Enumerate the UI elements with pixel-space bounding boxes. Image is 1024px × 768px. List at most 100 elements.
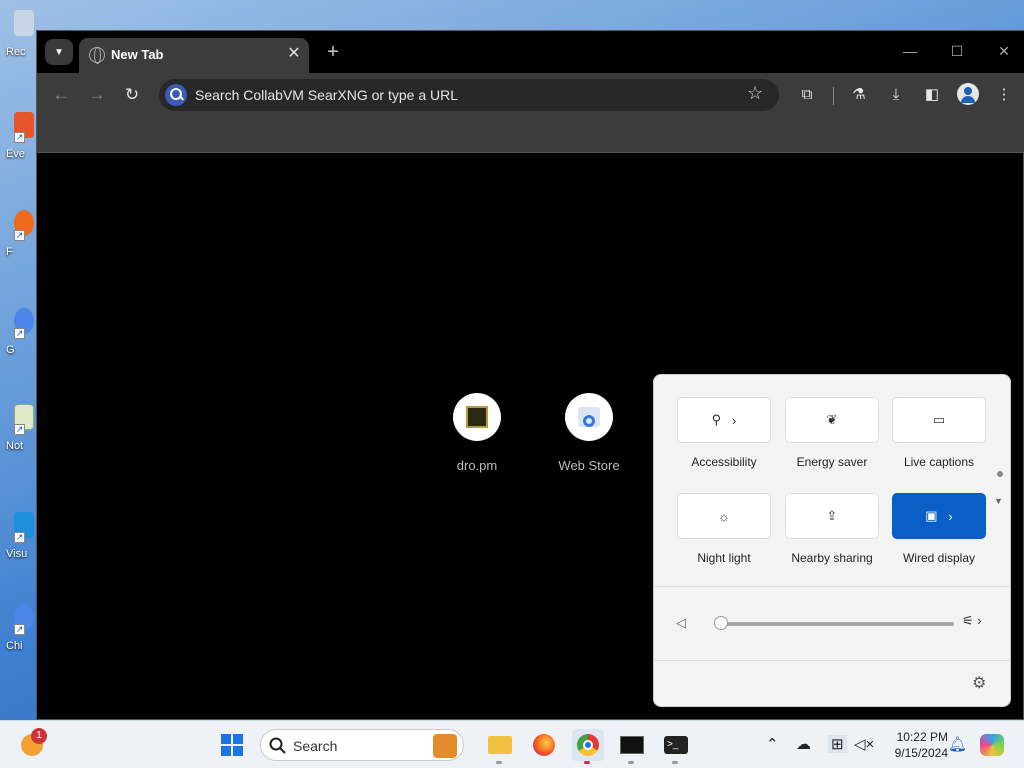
accessibility-toggle[interactable]: ⚲ ›	[677, 397, 771, 443]
reload-button[interactable]: ↻	[118, 83, 146, 107]
side-panel-icon: ◧	[924, 86, 940, 103]
taskbar-chrome[interactable]	[572, 729, 604, 764]
folder-icon	[488, 736, 512, 754]
profile-avatar[interactable]	[957, 83, 979, 105]
next-page-arrow-icon[interactable]: ▼	[994, 496, 1003, 506]
tab-close-button[interactable]: ✕	[284, 44, 304, 64]
night-light-toggle[interactable]: ☼	[677, 493, 771, 539]
shortcut-arrow-icon: ↗	[14, 132, 25, 143]
network-icon[interactable]: ⊞	[828, 735, 847, 753]
browser-toolbar: ← → ↻ ☆ ⧉ ⚗ ⤓ ◧ ⋮	[37, 73, 1024, 153]
settings-gear-icon[interactable]: ⚙	[972, 673, 986, 693]
forward-button[interactable]: →	[83, 83, 111, 107]
tile-label: Wired display	[902, 551, 976, 565]
search-input[interactable]	[293, 737, 413, 755]
chevron-up-icon: ⌃	[766, 736, 779, 753]
energy-saver-toggle[interactable]: ❦	[785, 397, 879, 443]
cast-icon: ▣	[925, 508, 938, 523]
puzzle-icon: ⧉	[801, 86, 813, 103]
desktop-icon-event[interactable]: ↗ Eve	[0, 104, 36, 174]
notification-badge: 1	[31, 728, 47, 744]
downloads-button[interactable]: ⤓	[884, 83, 908, 107]
taskbar-search[interactable]	[260, 729, 464, 761]
desktop-icon-label: G	[6, 344, 15, 356]
toolbar-divider	[833, 87, 834, 105]
network-offline-icon[interactable]: ☁	[796, 735, 811, 753]
mixer-icon: ⚟	[962, 613, 974, 628]
app-running-indicator	[496, 761, 502, 764]
side-panel-button[interactable]: ◧	[920, 83, 944, 107]
desktop-icon-label: F	[6, 246, 13, 258]
shortcut-web-store[interactable]: Web Store	[549, 393, 629, 483]
desktop-icon-visual-studio[interactable]: ↗ Visu	[0, 504, 36, 574]
extensions-button[interactable]: ⧉	[795, 83, 819, 107]
chevron-down-icon: ▼	[54, 46, 64, 58]
nearby-sharing-toggle[interactable]: ⇪	[785, 493, 879, 539]
shortcut-dro-pm[interactable]: dro.pm	[437, 393, 517, 483]
volume-slider-thumb[interactable]	[714, 616, 728, 630]
windows-logo-icon	[221, 734, 243, 756]
share-icon: ⇪	[826, 508, 838, 523]
dro-pm-icon	[466, 406, 488, 428]
address-input[interactable]	[195, 85, 735, 105]
reload-icon: ↻	[124, 85, 140, 104]
minimize-button[interactable]: —	[895, 39, 925, 63]
tab-title: New Tab	[111, 47, 164, 62]
divider	[654, 660, 1010, 661]
chevron-right-icon: ›	[732, 412, 737, 428]
chrome-icon	[577, 734, 599, 756]
quick-settings-panel: ⚲ › Accessibility ❦ Energy saver ▭ Live …	[653, 374, 1011, 707]
new-tab-button[interactable]: +	[321, 41, 345, 65]
taskbar-firefox[interactable]	[528, 729, 560, 761]
tab-search-button[interactable]: ▼	[45, 39, 73, 65]
volume-mixer-button[interactable]: ⚟ ›	[962, 613, 982, 629]
show-hidden-icons-button[interactable]: ⌃	[766, 735, 779, 753]
shortcut-label: Web Store	[558, 458, 620, 473]
copilot-button[interactable]	[976, 729, 1008, 761]
wired-display-toggle[interactable]: ▣ ›	[892, 493, 986, 539]
leaf-icon: ❦	[826, 412, 838, 427]
shortcut-label: dro.pm	[456, 458, 498, 473]
arrow-right-icon: →	[88, 85, 106, 104]
speaker-mute-icon[interactable]: ◁	[676, 615, 686, 631]
notification-bell-icon[interactable]: 🔔︎	[948, 735, 967, 753]
back-button[interactable]: ←	[47, 83, 75, 107]
firefox-icon	[533, 734, 555, 756]
desktop-icon-label: Chi	[6, 640, 23, 652]
shortcut-favicon	[565, 393, 613, 441]
sun-icon: ☼	[718, 508, 730, 524]
tab-new-tab[interactable]: New Tab ✕	[79, 38, 309, 73]
tile-label: Night light	[697, 551, 751, 565]
web-store-icon	[578, 407, 600, 427]
maximize-button[interactable]: ☐	[942, 39, 972, 63]
desktop-icon-g[interactable]: ↗ G	[0, 300, 36, 370]
clock[interactable]: 10:22 PM 9/15/2024	[878, 729, 948, 761]
shortcut-arrow-icon: ↗	[14, 624, 25, 635]
taskbar: 1 >_ ⌃ ☁ ⊞ ◁× 10:22 PM	[0, 720, 1024, 768]
taskbar-cmd[interactable]	[616, 729, 648, 764]
divider	[654, 586, 1010, 587]
tile-label: Live captions	[903, 455, 975, 469]
search-highlight-icon	[433, 734, 457, 758]
omnibox[interactable]: ☆	[159, 79, 779, 111]
download-icon: ⤓	[892, 86, 900, 103]
close-window-button[interactable]: ✕	[989, 39, 1019, 63]
copilot-icon	[980, 734, 1004, 756]
live-captions-toggle[interactable]: ▭	[892, 397, 986, 443]
start-button[interactable]	[216, 729, 248, 761]
taskbar-file-explorer[interactable]	[484, 729, 516, 764]
desktop-icon-label: Eve	[6, 148, 25, 160]
desktop-icon-firefox[interactable]: ↗ F	[0, 202, 36, 272]
clock-time: 10:22 PM	[896, 730, 948, 744]
desktop-icon-notepad[interactable]: ↗ Not	[0, 396, 36, 466]
taskbar-terminal[interactable]: >_	[660, 729, 692, 764]
volume-slider[interactable]	[714, 616, 954, 630]
desktop-icon-chrome[interactable]: ↗ Chi	[0, 596, 36, 666]
bookmark-star-icon[interactable]: ☆	[747, 83, 763, 104]
desktop-icon-recycle-bin[interactable]: Rec	[0, 2, 36, 72]
menu-button[interactable]: ⋮	[992, 83, 1016, 107]
desktop-icon-label: Rec	[6, 46, 26, 58]
labs-button[interactable]: ⚗	[847, 83, 871, 107]
captions-icon: ▭	[932, 412, 946, 427]
volume-muted-icon[interactable]: ◁×	[854, 735, 874, 753]
